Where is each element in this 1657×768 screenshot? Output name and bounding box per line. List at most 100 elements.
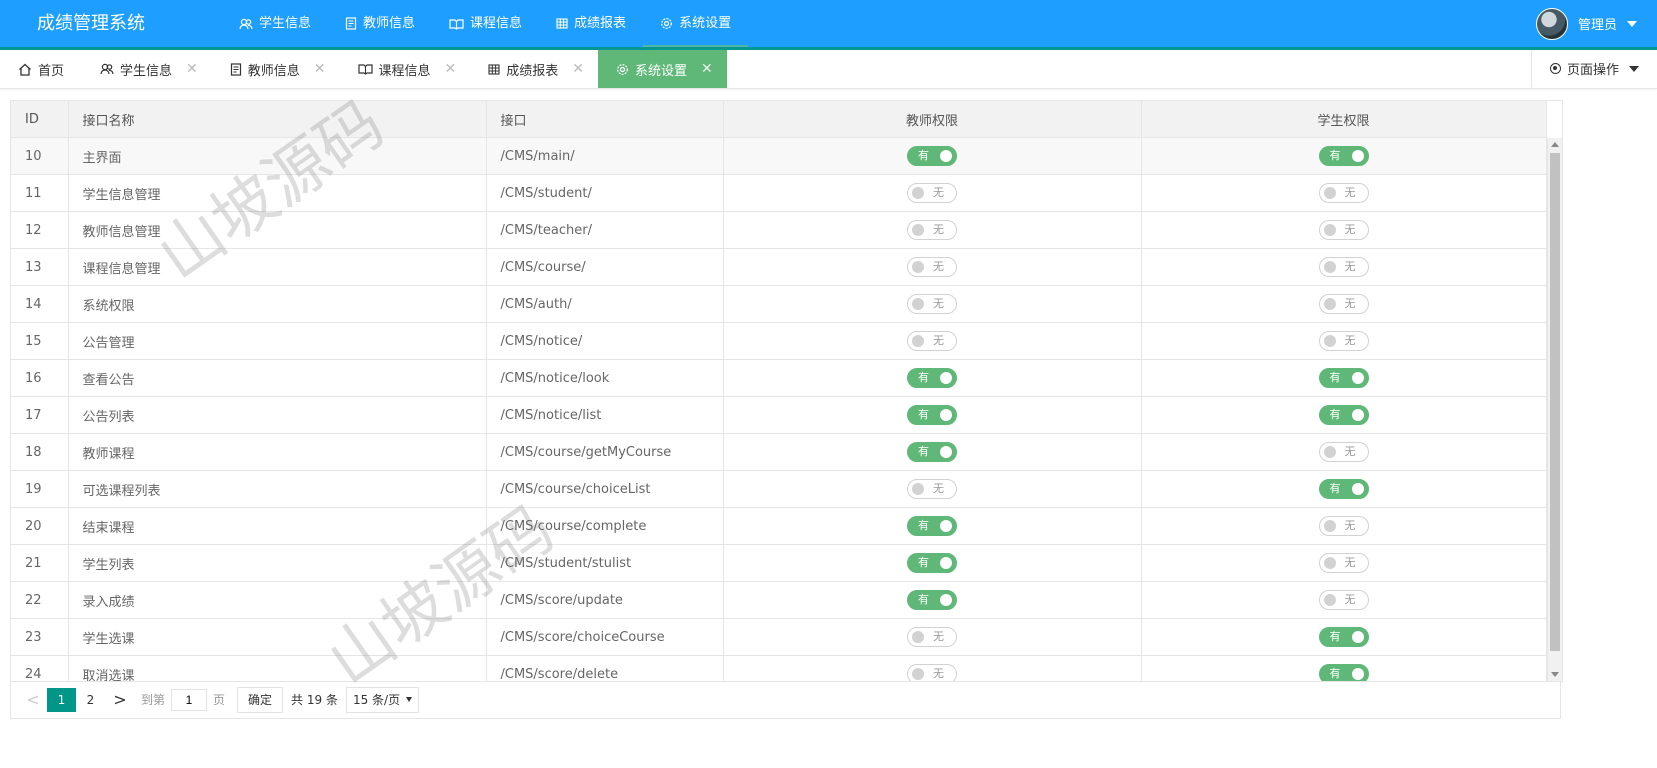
close-icon[interactable]: ✕ (701, 61, 713, 77)
page-1-button[interactable]: 1 (47, 687, 76, 712)
table-row[interactable]: 22 录入成绩/CMS/score/update 有 无 (11, 581, 1547, 619)
column-header-teacher[interactable]: 教师权限 (723, 101, 1142, 138)
teacher-permission-toggle[interactable]: 无 (907, 627, 957, 647)
cell-name: 查看公告 (68, 359, 487, 397)
page-operations-button[interactable]: 页面操作 (1531, 50, 1657, 87)
page-2-button[interactable]: 2 (76, 688, 105, 712)
teacher-permission-toggle[interactable]: 无 (907, 664, 957, 681)
teacher-permission-toggle[interactable]: 有 (907, 516, 957, 536)
table-row[interactable]: 11 学生信息管理/CMS/student/无 无 (11, 174, 1547, 212)
chevron-down-icon[interactable] (1627, 20, 1637, 27)
confirm-goto-button[interactable]: 确定 (237, 686, 284, 713)
student-permission-toggle[interactable]: 无 (1318, 442, 1369, 462)
cell-id: 11 (11, 174, 69, 212)
close-icon[interactable]: ✕ (572, 61, 584, 77)
table-row[interactable]: 15 公告管理/CMS/notice/无 无 (11, 322, 1547, 360)
student-permission-toggle[interactable]: 有 (1318, 664, 1369, 681)
avatar[interactable] (1535, 7, 1568, 40)
tab-4[interactable]: 课程信息 ✕ (340, 50, 471, 88)
teacher-permission-toggle[interactable]: 有 (907, 442, 957, 462)
table-row[interactable]: 14 系统权限/CMS/auth/无 无 (11, 285, 1547, 323)
close-icon[interactable]: ✕ (314, 61, 326, 77)
student-permission-toggle[interactable]: 无 (1318, 294, 1369, 314)
student-permission-toggle[interactable]: 无 (1318, 516, 1369, 536)
user-menu[interactable]: 管理员 (1535, 0, 1637, 47)
table-row[interactable]: 24 取消选课/CMS/score/delete 无 有 (11, 655, 1547, 681)
toggle-knob (1351, 372, 1364, 384)
student-permission-toggle[interactable]: 有 (1318, 368, 1369, 388)
nav-item-3[interactable]: 课程信息 (432, 0, 539, 47)
teacher-permission-toggle[interactable]: 无 (907, 220, 957, 240)
table-row[interactable]: 10 主界面/CMS/main/有 有 (11, 137, 1547, 175)
student-permission-toggle[interactable]: 无 (1318, 183, 1369, 203)
student-permission-toggle[interactable]: 无 (1318, 590, 1369, 610)
student-permission-toggle[interactable]: 无 (1318, 331, 1369, 351)
prev-page-button[interactable]: < (19, 688, 47, 712)
column-header-student[interactable]: 学生权限 (1141, 101, 1547, 138)
column-header-name[interactable]: 接口名称 (68, 101, 487, 138)
teacher-permission-toggle[interactable]: 无 (907, 183, 957, 203)
close-icon[interactable]: ✕ (445, 61, 457, 77)
teacher-permission-toggle[interactable]: 有 (907, 368, 957, 388)
teacher-permission-toggle[interactable]: 无 (907, 331, 957, 351)
cell-path: /CMS/notice/ (486, 322, 724, 360)
table-icon (488, 63, 500, 75)
toggle-knob (912, 631, 924, 643)
cell-teacher-permission: 无 (723, 655, 1142, 681)
app-logo[interactable]: 成绩管理系统 (37, 0, 145, 47)
cell-id: 20 (11, 507, 69, 545)
scroll-down-arrow-icon[interactable] (1551, 672, 1559, 677)
column-header-path[interactable]: 接口 (486, 101, 724, 138)
document-icon (230, 62, 242, 76)
teacher-permission-toggle[interactable]: 无 (907, 479, 957, 499)
cell-teacher-permission: 无 (723, 211, 1142, 249)
student-permission-toggle[interactable]: 有 (1318, 146, 1369, 166)
table-row[interactable]: 23 学生选课/CMS/score/choiceCourse 无 有 (11, 618, 1547, 656)
tab-label: 首页 (38, 63, 65, 79)
teacher-permission-toggle[interactable]: 有 (907, 146, 957, 166)
goto-page-input[interactable] (171, 688, 208, 711)
tab-5[interactable]: 成绩报表 ✕ (470, 50, 598, 88)
column-header-id[interactable]: ID (11, 101, 69, 138)
table-row[interactable]: 20 结束课程/CMS/course/complete 有 无 (11, 507, 1547, 545)
student-permission-toggle[interactable]: 有 (1318, 479, 1369, 499)
scroll-thumb[interactable] (1550, 153, 1560, 651)
cell-name: 结束课程 (68, 507, 487, 545)
table-row[interactable]: 12 教师信息管理/CMS/teacher/无 无 (11, 211, 1547, 249)
users-icon (239, 18, 253, 30)
teacher-permission-toggle[interactable]: 有 (907, 553, 957, 573)
student-permission-toggle[interactable]: 有 (1318, 627, 1369, 647)
student-permission-toggle[interactable]: 无 (1318, 553, 1369, 573)
tab-2[interactable]: 学生信息 ✕ (82, 50, 212, 88)
table-row[interactable]: 19 可选课程列表/CMS/course/choiceList 无 有 (11, 470, 1547, 508)
close-icon[interactable]: ✕ (186, 61, 198, 77)
teacher-permission-toggle[interactable]: 无 (907, 257, 957, 277)
vertical-scrollbar[interactable] (1547, 138, 1562, 681)
table-row[interactable]: 16 查看公告/CMS/notice/look 有 有 (11, 359, 1547, 397)
tab-3[interactable]: 教师信息 ✕ (212, 50, 340, 88)
student-permission-toggle[interactable]: 无 (1318, 220, 1369, 240)
teacher-permission-toggle[interactable]: 有 (907, 590, 957, 610)
next-page-button[interactable]: > (105, 688, 135, 712)
cell-path: /CMS/course/getMyCourse (486, 433, 724, 471)
toggle-knob (912, 483, 924, 495)
table-row[interactable]: 17 公告列表/CMS/notice/list 有 有 (11, 396, 1547, 434)
nav-item-4[interactable]: 成绩报表 (539, 0, 643, 47)
table-row[interactable]: 13 课程信息管理/CMS/course/无 无 (11, 248, 1547, 286)
nav-item-1[interactable]: 学生信息 (222, 0, 328, 47)
user-name[interactable]: 管理员 (1578, 14, 1617, 33)
student-permission-toggle[interactable]: 有 (1318, 405, 1369, 425)
student-permission-toggle[interactable]: 无 (1318, 257, 1369, 277)
nav-item-2[interactable]: 教师信息 (328, 0, 432, 47)
table-row[interactable]: 18 教师课程/CMS/course/getMyCourse 有 无 (11, 433, 1547, 471)
tab-6[interactable]: 系统设置 ✕ (598, 50, 727, 88)
nav-item-5[interactable]: 系统设置 (643, 0, 749, 50)
scroll-up-arrow-icon[interactable] (1551, 142, 1559, 147)
cell-id: 16 (11, 359, 69, 397)
teacher-permission-toggle[interactable]: 有 (907, 405, 957, 425)
page-size-select[interactable]: 15 条/页 (345, 686, 420, 713)
cell-student-permission: 无 (1141, 507, 1547, 545)
tab-1[interactable]: 首页 (0, 50, 82, 88)
table-row[interactable]: 21 学生列表/CMS/student/stulist 有 无 (11, 544, 1547, 582)
teacher-permission-toggle[interactable]: 无 (907, 294, 957, 314)
